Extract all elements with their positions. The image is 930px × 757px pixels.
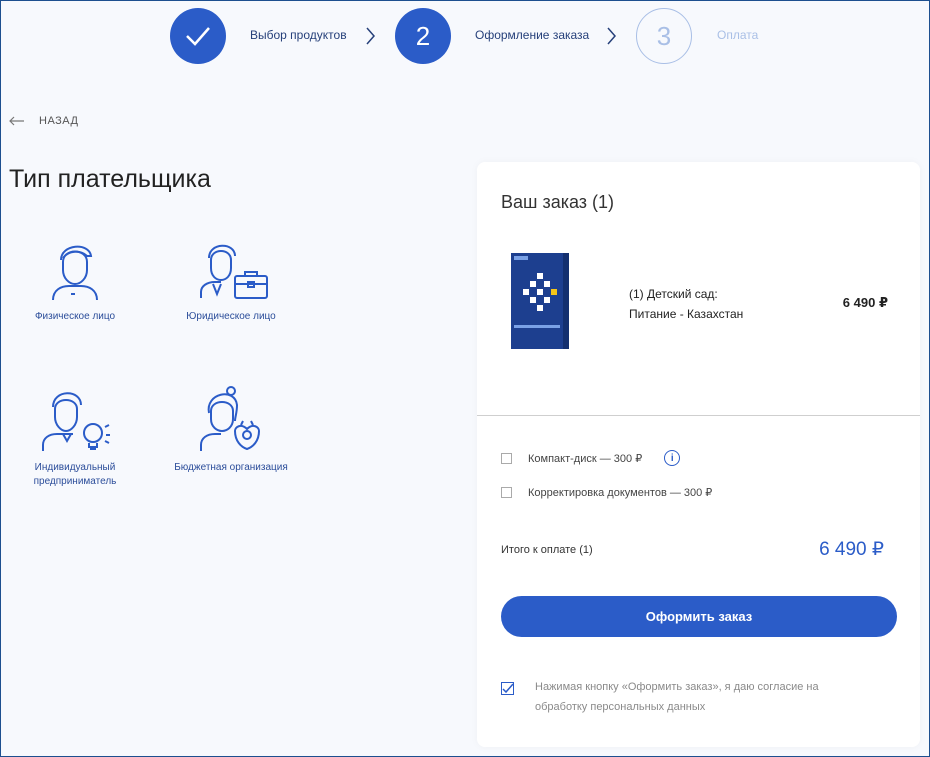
product-price: 6 490 ₽ xyxy=(842,295,888,310)
divider xyxy=(477,415,920,416)
product-name-line1: (1) Детский сад: xyxy=(629,287,718,301)
step-2-number: 2 xyxy=(415,20,431,51)
step-3-label: Оплата xyxy=(717,28,759,42)
step-3-circle: 3 xyxy=(636,8,692,64)
consent-text: Нажимая кнопку «Оформить заказ», я даю с… xyxy=(535,681,819,713)
step-1-circle[interactable] xyxy=(170,8,226,64)
consent: Нажимая кнопку «Оформить заказ», я даю с… xyxy=(501,681,865,717)
info-icon[interactable]: i xyxy=(664,450,681,466)
payer-option-label: Физическое лицо xyxy=(34,311,116,322)
total-label: Итого к оплате (1) xyxy=(501,544,593,556)
back-label: НАЗАД xyxy=(39,115,79,127)
person-icon xyxy=(52,245,98,301)
back-link[interactable]: НАЗАД xyxy=(9,115,78,127)
consent-checkbox[interactable] xyxy=(501,682,515,696)
option-doc-correction[interactable]: Корректировка документов — 300 ₽ xyxy=(501,486,712,499)
option-cd[interactable]: Компакт-диск — 300 ₽ i xyxy=(501,450,681,466)
product-name[interactable]: (1) Детский сад: Питание - Казахстан xyxy=(629,284,779,324)
submit-order-button[interactable]: Оформить заказ xyxy=(501,596,897,637)
total-value: 6 490 ₽ xyxy=(819,539,884,560)
step-1-label[interactable]: Выбор продуктов xyxy=(250,28,347,42)
product-name-line2: Питание - Казахстан xyxy=(629,307,744,321)
step-2-label[interactable]: Оформление заказа xyxy=(475,28,589,42)
option-doc-correction-label: Корректировка документов — 300 ₽ xyxy=(528,487,713,499)
chevron-right-icon xyxy=(607,27,616,45)
product-image[interactable] xyxy=(511,251,571,356)
step-3-number: 3 xyxy=(656,20,672,51)
payer-option-label: Индивидуальный предприниматель xyxy=(33,462,117,487)
payer-type-title: Тип плательщика xyxy=(9,165,211,193)
chevron-right-icon xyxy=(366,27,375,45)
arrow-left-icon xyxy=(9,116,24,126)
payer-option-entrepreneur[interactable]: Индивидуальный предприниматель xyxy=(15,383,135,489)
payer-option-budget-org[interactable]: Бюджетная организация xyxy=(171,383,291,475)
order-title: Ваш заказ (1) xyxy=(501,192,615,212)
step-2-circle[interactable]: 2 xyxy=(395,8,451,64)
order-card: Ваш заказ (1) (1) Детский сад: Питание -… xyxy=(477,162,920,747)
option-cd-label: Компакт-диск — 300 ₽ xyxy=(528,452,643,465)
cd-checkbox[interactable] xyxy=(501,452,512,464)
payer-option-label: Юридическое лицо xyxy=(186,311,276,322)
doc-correction-checkbox[interactable] xyxy=(501,487,512,498)
person-lightbulb-icon xyxy=(42,392,110,451)
checkmark-icon xyxy=(186,27,210,46)
person-briefcase-icon xyxy=(200,244,268,299)
payer-option-legal[interactable]: Юридическое лицо xyxy=(171,234,291,324)
payer-option-label: Бюджетная организация xyxy=(174,462,288,473)
payer-option-individual[interactable]: Физическое лицо xyxy=(15,234,135,324)
person-emblem-icon xyxy=(200,386,261,451)
